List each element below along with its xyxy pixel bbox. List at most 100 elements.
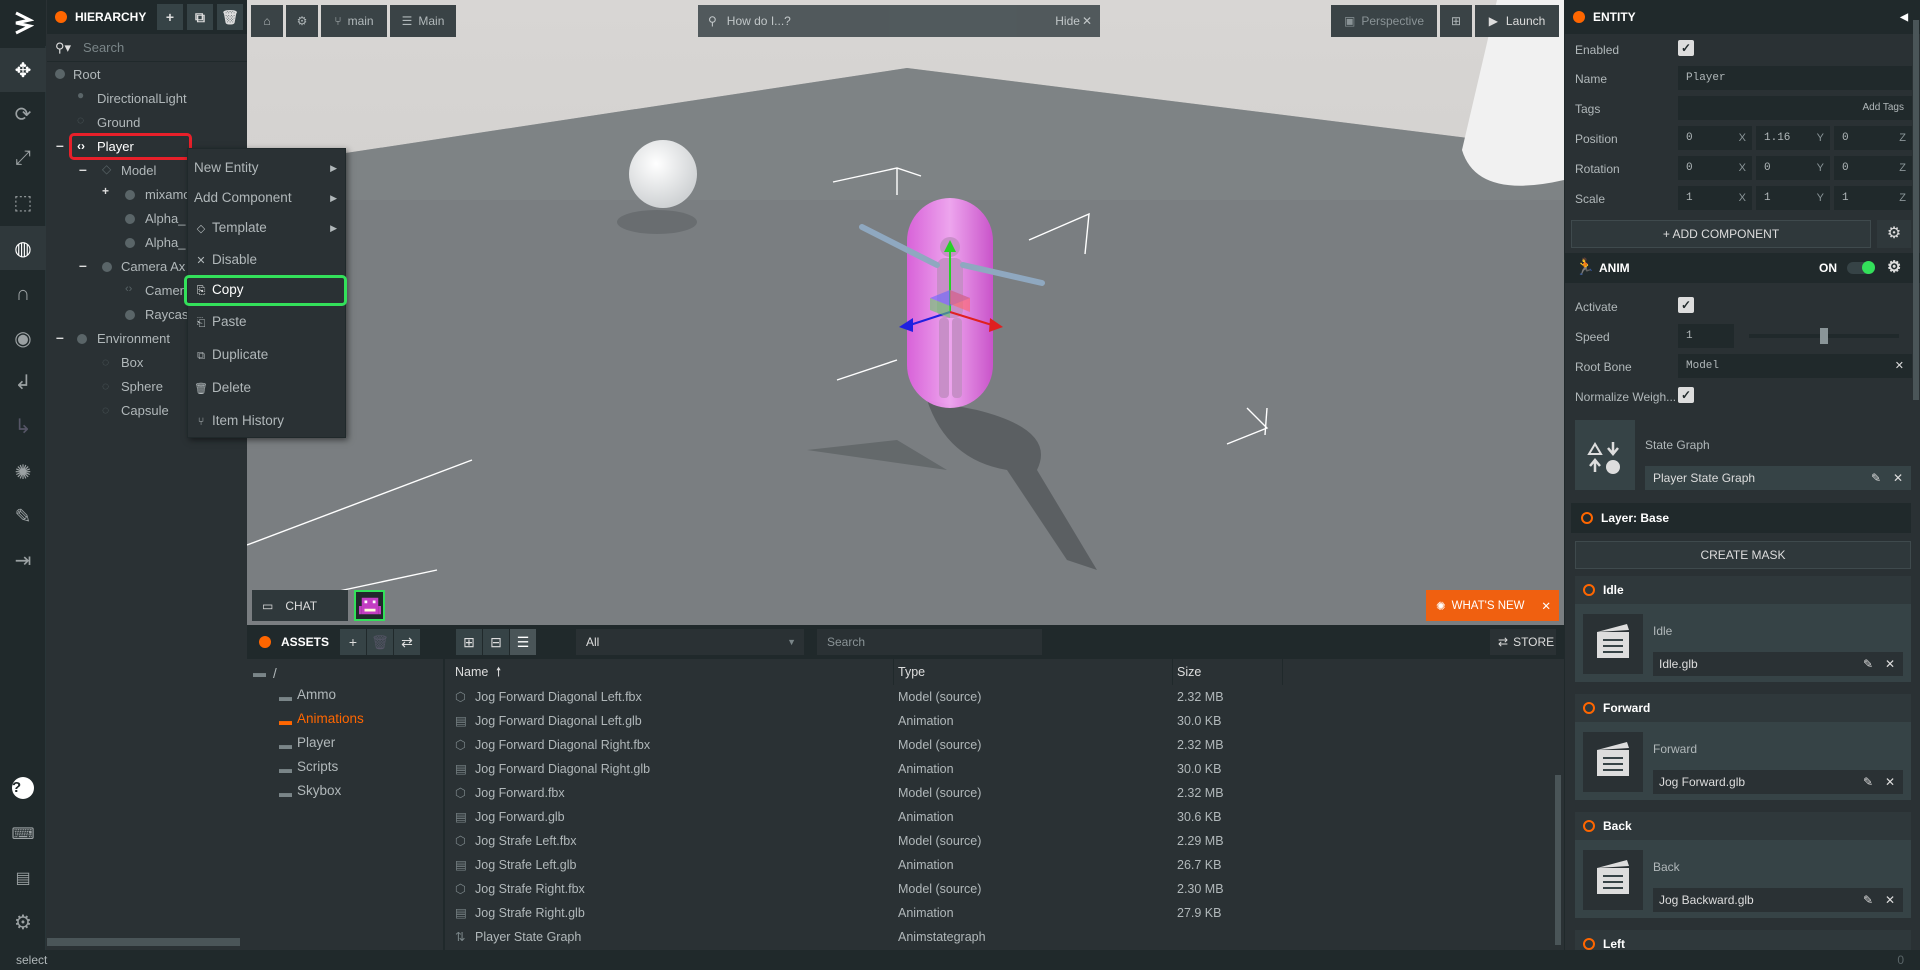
tree-item-mixamo[interactable]: mixamo: [145, 184, 191, 206]
rotate-tool-icon[interactable]: ⟳: [0, 92, 46, 136]
asset-row[interactable]: ▤ Jog Forward Diagonal Right.glb Animation…: [447, 757, 1557, 781]
hierarchy-search-input[interactable]: Search: [83, 40, 124, 55]
edit-pencil-icon[interactable]: ✎: [1863, 888, 1873, 912]
rotation-z-field[interactable]: 0Z: [1834, 156, 1912, 180]
clear-x-icon[interactable]: ✕: [1885, 770, 1895, 794]
settings-gear-icon[interactable]: ⚙: [0, 900, 46, 944]
undo-icon[interactable]: ↲: [0, 360, 46, 404]
clear-x-icon[interactable]: ✕: [1885, 888, 1895, 912]
entity-settings-gear-icon[interactable]: ⚙: [1877, 220, 1911, 248]
asset-row[interactable]: ⬡ Jog Forward.fbx Model (source) 2.32 MB: [447, 781, 1557, 805]
collapse-panel-icon[interactable]: [55, 11, 67, 23]
tree-item-alpha-2[interactable]: Alpha_: [145, 232, 185, 254]
tree-item-raycast[interactable]: Raycas: [145, 304, 188, 326]
menu-item-add-component[interactable]: Add Component ▶: [188, 183, 345, 213]
duplicate-entity-button[interactable]: ⧉: [187, 4, 213, 30]
collapse-arrow-icon[interactable]: ◀: [1900, 12, 1908, 23]
tree-item-player[interactable]: Player: [97, 136, 134, 158]
edit-pencil-icon[interactable]: ✎: [1871, 466, 1881, 490]
close-icon[interactable]: ✕: [1541, 599, 1551, 613]
tree-item-camera[interactable]: Camer: [145, 280, 184, 302]
refresh-asset-button[interactable]: ⇄: [394, 629, 420, 655]
asset-row[interactable]: ⬡ Jog Strafe Left.fbx Model (source) 2.29 M…: [447, 829, 1557, 853]
clip-field[interactable]: Jog Backward.glb ✎ ✕: [1653, 888, 1903, 912]
scene-button[interactable]: ☰ Main: [390, 5, 456, 37]
enabled-checkbox[interactable]: ✓: [1678, 40, 1694, 56]
activate-checkbox[interactable]: ✓: [1678, 297, 1694, 313]
tree-item-sphere[interactable]: Sphere: [121, 376, 163, 398]
rotation-x-field[interactable]: 0X: [1678, 156, 1752, 180]
asset-row[interactable]: ⇅ Player State Graph Animstategraph: [447, 925, 1557, 949]
edit-pencil-icon[interactable]: ✎: [1863, 770, 1873, 794]
create-mask-button[interactable]: CREATE MASK: [1575, 541, 1911, 569]
settings-button[interactable]: ⚙: [286, 5, 318, 37]
collapse-icon[interactable]: –: [56, 138, 68, 152]
clear-x-icon[interactable]: ✕: [1895, 354, 1904, 378]
clear-x-icon[interactable]: ✕: [1885, 652, 1895, 676]
publish-icon[interactable]: ⇥: [0, 538, 46, 582]
feedback-icon[interactable]: ▤: [0, 856, 46, 900]
anim-toggle[interactable]: [1847, 261, 1875, 274]
collapse-icon[interactable]: –: [79, 258, 91, 272]
clip-field[interactable]: Idle.glb ✎ ✕: [1653, 652, 1903, 676]
anim-component-header[interactable]: 🏃 ANIM ON ⚙: [1565, 253, 1920, 283]
speed-slider[interactable]: [1749, 328, 1899, 344]
scale-z-field[interactable]: 1Z: [1834, 186, 1912, 210]
menu-item-item-history[interactable]: ⑂ Item History: [188, 406, 345, 436]
column-header-size[interactable]: Size: [1177, 661, 1201, 683]
scale-y-field[interactable]: 1Y: [1756, 186, 1830, 210]
grid-small-view-button[interactable]: ⊟: [483, 629, 509, 655]
clip-field[interactable]: Jog Forward.glb ✎ ✕: [1653, 770, 1903, 794]
tree-item-ground[interactable]: Ground: [97, 112, 140, 134]
help-search[interactable]: ⚲ How do I...? Hide ✕: [698, 5, 1100, 37]
controls-keyboard-icon[interactable]: ⌨: [0, 812, 46, 856]
asset-row[interactable]: ▤ Jog Forward Diagonal Left.glb Animation 3…: [447, 709, 1557, 733]
rotation-y-field[interactable]: 0Y: [1756, 156, 1830, 180]
asset-row[interactable]: ⬡ Jog Strafe Right.fbx Model (source) 2.30 …: [447, 877, 1557, 901]
clear-x-icon[interactable]: ✕: [1893, 466, 1903, 490]
asset-row[interactable]: ▤ Jog Strafe Right.glb Animation 27.9 KB: [447, 901, 1557, 925]
hierarchy-search[interactable]: ⚲▾ Search: [47, 34, 247, 62]
column-header-type[interactable]: Type: [898, 661, 925, 683]
folder-skybox[interactable]: Skybox: [297, 779, 341, 803]
whats-new-banner[interactable]: ✺ WHAT'S NEW ✕: [1426, 590, 1559, 621]
asset-row[interactable]: ⬡ Jog Forward Diagonal Left.fbx Model (sou…: [447, 685, 1557, 709]
edit-pencil-icon[interactable]: ✎: [1863, 652, 1873, 676]
redo-icon[interactable]: ↳: [0, 404, 46, 448]
tags-field[interactable]: Add Tags: [1678, 96, 1912, 120]
viewport-3d[interactable]: ⌂ ⚙ ⑂ main ☰ Main ⚲ How do I...? Hide ✕ ▣ P…: [247, 0, 1564, 625]
layout-button[interactable]: ⊞: [1440, 5, 1472, 37]
add-entity-button[interactable]: +: [157, 4, 183, 30]
add-asset-button[interactable]: +: [340, 629, 366, 655]
menu-item-paste[interactable]: ⎗ Paste: [188, 307, 345, 337]
tree-item-capsule[interactable]: Capsule: [121, 400, 169, 422]
name-field[interactable]: Player: [1678, 66, 1912, 90]
tree-item-directionallight[interactable]: DirectionalLight: [97, 88, 187, 110]
column-header-name[interactable]: Name 🠕: [455, 661, 501, 683]
close-icon[interactable]: ✕: [1082, 14, 1092, 28]
playcanvas-logo-icon[interactable]: [0, 0, 46, 46]
state-header[interactable]: Back: [1575, 812, 1911, 840]
asset-row[interactable]: ▤ Jog Strafe Left.glb Animation 26.7 KB: [447, 853, 1557, 877]
asset-scrollbar[interactable]: [1555, 775, 1561, 945]
list-view-button[interactable]: ☰: [510, 629, 536, 655]
user-avatar[interactable]: [354, 590, 385, 621]
expand-icon[interactable]: +: [102, 184, 109, 198]
folder-root[interactable]: /: [273, 662, 277, 686]
folder-animations[interactable]: Animations: [297, 707, 364, 731]
folder-scripts[interactable]: Scripts: [297, 755, 338, 779]
root-bone-field[interactable]: Model ✕: [1678, 354, 1912, 378]
menu-item-template[interactable]: ◇ Template ▶: [188, 213, 345, 243]
tree-item-alpha-1[interactable]: Alpha_: [145, 208, 185, 230]
menu-item-disable[interactable]: ✕ Disable: [188, 245, 345, 275]
menu-item-new-entity[interactable]: New Entity ▶: [188, 153, 345, 183]
tree-item-model[interactable]: Model: [121, 160, 156, 182]
help-hide-button[interactable]: Hide: [1055, 14, 1080, 28]
speed-field[interactable]: 1: [1678, 324, 1734, 348]
anim-settings-gear-icon[interactable]: ⚙: [1887, 253, 1901, 283]
asset-search-input[interactable]: Search: [817, 629, 1042, 655]
add-component-button[interactable]: + ADD COMPONENT: [1571, 220, 1871, 248]
tree-item-camera-axis[interactable]: Camera Ax: [121, 256, 185, 278]
asset-row[interactable]: ▤ Jog Forward.glb Animation 30.6 KB: [447, 805, 1557, 829]
menu-item-delete[interactable]: 🗑 Delete: [188, 373, 345, 403]
